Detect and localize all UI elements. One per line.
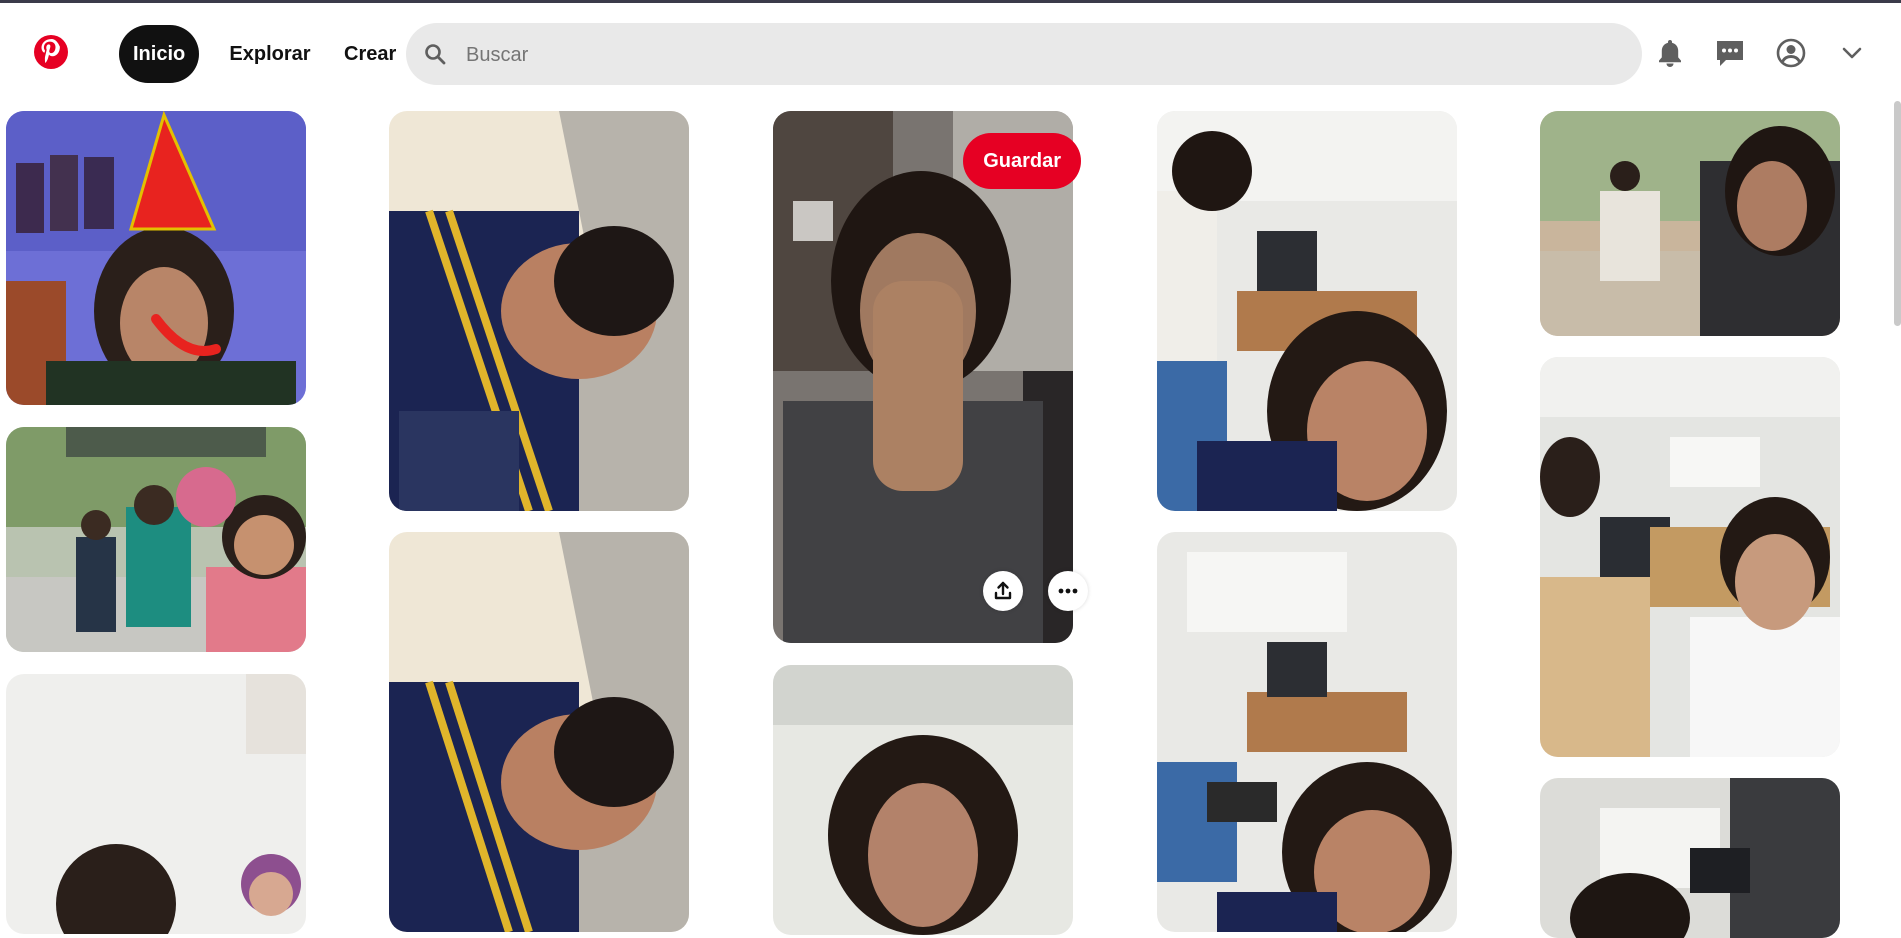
pin-image[interactable] <box>6 111 306 405</box>
pin-photo <box>6 674 306 934</box>
pin-photo <box>1540 778 1840 938</box>
pin-photo <box>1540 111 1840 336</box>
pin-image[interactable] <box>1540 357 1840 757</box>
search-icon <box>424 43 446 65</box>
pin-image[interactable] <box>1157 111 1457 511</box>
chevron-down-icon[interactable] <box>1832 33 1872 73</box>
pin-photo <box>1157 532 1457 932</box>
pin-photo <box>6 427 306 652</box>
more-options-icon[interactable] <box>1048 571 1088 611</box>
pin-photo <box>6 111 306 405</box>
nav-home-button[interactable]: Inicio <box>119 25 199 83</box>
pin-image[interactable] <box>773 665 1073 935</box>
pin-image[interactable] <box>389 532 689 932</box>
pin-photo <box>773 665 1073 935</box>
pin-image[interactable] <box>389 111 689 511</box>
nav-create-button[interactable]: Crear <box>330 25 398 83</box>
nav-explore-button[interactable]: Explorar <box>215 25 325 83</box>
page-scrollbar[interactable] <box>1894 101 1901 326</box>
notifications-bell-icon[interactable] <box>1650 33 1690 73</box>
messages-icon[interactable] <box>1710 33 1750 73</box>
save-pin-button[interactable]: Guardar <box>963 133 1081 189</box>
pin-image[interactable] <box>6 674 306 934</box>
pinterest-logo-icon[interactable] <box>34 35 68 69</box>
pin-image[interactable] <box>1540 111 1840 336</box>
pin-photo <box>1157 111 1457 511</box>
pin-image[interactable] <box>6 427 306 652</box>
top-navigation-bar: Inicio Explorar Crear <box>0 3 1901 101</box>
pin-photo <box>389 111 689 511</box>
pin-image[interactable]: Guardar <box>773 111 1088 643</box>
pin-image[interactable] <box>1540 778 1840 938</box>
search-bar[interactable] <box>406 23 1642 87</box>
pin-hover-overlay <box>773 111 1073 643</box>
search-input[interactable] <box>464 23 1618 87</box>
pin-image[interactable] <box>1157 532 1457 932</box>
pin-photo <box>389 532 689 932</box>
share-icon[interactable] <box>983 571 1023 611</box>
pin-photo <box>1540 357 1840 757</box>
user-profile-icon[interactable] <box>1771 33 1811 73</box>
